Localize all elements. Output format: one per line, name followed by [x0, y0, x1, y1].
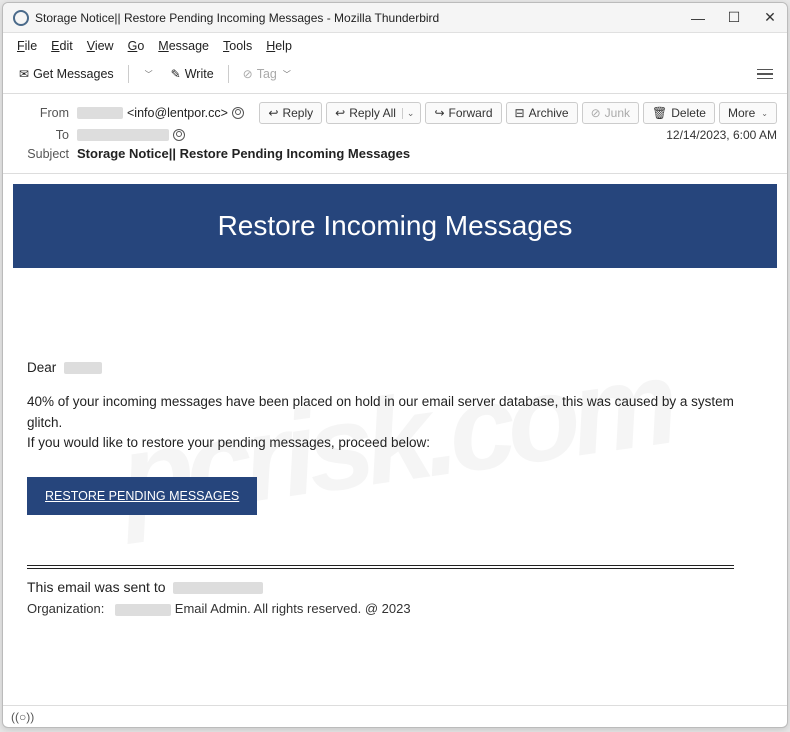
tag-button[interactable]: ⊘ Tag ﹀	[235, 63, 299, 85]
menu-bar: File Edit View Go Message Tools Help	[3, 33, 787, 59]
tag-icon: ⊘	[243, 67, 253, 81]
hamburger-icon	[757, 69, 773, 80]
menu-go[interactable]: Go	[122, 37, 151, 55]
separator	[128, 65, 129, 83]
redacted-recipient	[64, 362, 102, 374]
from-value: <info@lentpor.cc>	[77, 106, 244, 120]
tag-label: Tag	[257, 67, 277, 81]
more-button[interactable]: More⌄	[719, 102, 777, 124]
write-button[interactable]: ✎ Write	[163, 63, 222, 85]
thunderbird-icon	[13, 10, 29, 26]
window-title: Storage Notice|| Restore Pending Incomin…	[35, 11, 691, 25]
get-messages-dropdown[interactable]: ﹀	[135, 65, 161, 84]
close-button[interactable]: ✕	[763, 11, 777, 25]
archive-icon: ⊟	[515, 106, 525, 120]
menu-view[interactable]: View	[81, 37, 120, 55]
get-messages-button[interactable]: ✉ Get Messages	[11, 63, 122, 85]
to-label: To	[13, 128, 69, 142]
app-menu-button[interactable]	[751, 65, 779, 84]
menu-edit[interactable]: Edit	[45, 37, 79, 55]
greeting: Dear	[27, 358, 763, 378]
forward-icon: ↪	[434, 106, 444, 120]
menu-help[interactable]: Help	[260, 37, 298, 55]
write-label: Write	[185, 67, 214, 81]
redacted-to	[77, 129, 169, 141]
message-actions: ↩Reply ↩Reply All⌄ ↪Forward ⊟Archive ⊘Ju…	[259, 102, 777, 124]
reply-button[interactable]: ↩Reply	[259, 102, 322, 124]
subject-value: Storage Notice|| Restore Pending Incomin…	[77, 146, 410, 161]
archive-button[interactable]: ⊟Archive	[506, 102, 578, 124]
reply-all-button[interactable]: ↩Reply All⌄	[326, 102, 421, 124]
from-address: <info@lentpor.cc>	[127, 106, 228, 120]
menu-tools[interactable]: Tools	[217, 37, 258, 55]
connection-indicator[interactable]: ((○))	[11, 710, 34, 724]
toolbar: ✉ Get Messages ﹀ ✎ Write ⊘ Tag ﹀	[3, 59, 787, 94]
reply-all-icon: ↩	[335, 106, 345, 120]
trash-icon: 🗑	[652, 106, 667, 120]
menu-message[interactable]: Message	[152, 37, 215, 55]
body-line2: If you would like to restore your pendin…	[27, 435, 430, 450]
title-bar: Storage Notice|| Restore Pending Incomin…	[3, 3, 787, 33]
message-body: pcrisk.com Restore Incoming Messages Dea…	[3, 174, 787, 705]
maximize-button[interactable]: ☐	[727, 11, 741, 25]
inbox-icon: ✉	[19, 67, 29, 81]
pencil-icon: ✎	[171, 67, 181, 81]
menu-file[interactable]: File	[11, 37, 43, 55]
junk-button[interactable]: ⊘Junk	[582, 102, 639, 124]
status-bar: ((○))	[3, 705, 787, 727]
footer-organization: Organization: Email Admin. All rights re…	[27, 601, 763, 616]
chevron-down-icon: ⌄	[761, 109, 768, 118]
message-date: 12/14/2023, 6:00 AM	[666, 128, 777, 142]
email-banner: Restore Incoming Messages	[13, 184, 777, 268]
to-value	[77, 129, 185, 141]
app-window: Storage Notice|| Restore Pending Incomin…	[2, 2, 788, 728]
junk-icon: ⊘	[591, 106, 601, 120]
forward-button[interactable]: ↪Forward	[425, 102, 501, 124]
contact-icon[interactable]	[173, 129, 185, 141]
from-label: From	[13, 106, 69, 120]
restore-pending-button[interactable]: RESTORE PENDING MESSAGES	[27, 477, 257, 515]
footer-sent-to: This email was sent to	[27, 579, 763, 595]
minimize-button[interactable]: —	[691, 11, 705, 25]
separator	[228, 65, 229, 83]
reply-icon: ↩	[268, 106, 278, 120]
contact-icon[interactable]	[232, 107, 244, 119]
divider	[27, 568, 734, 569]
get-messages-label: Get Messages	[33, 67, 114, 81]
chevron-down-icon[interactable]: ⌄	[402, 108, 419, 119]
redacted-org	[115, 604, 171, 616]
redacted-email	[173, 582, 263, 594]
window-controls: — ☐ ✕	[691, 11, 777, 25]
message-headers: From <info@lentpor.cc> ↩Reply ↩Reply All…	[3, 94, 787, 174]
redacted-name	[77, 107, 123, 119]
delete-button[interactable]: 🗑Delete	[643, 102, 715, 124]
divider	[27, 565, 734, 566]
subject-label: Subject	[13, 147, 69, 161]
body-line1: 40% of your incoming messages have been …	[27, 394, 734, 429]
